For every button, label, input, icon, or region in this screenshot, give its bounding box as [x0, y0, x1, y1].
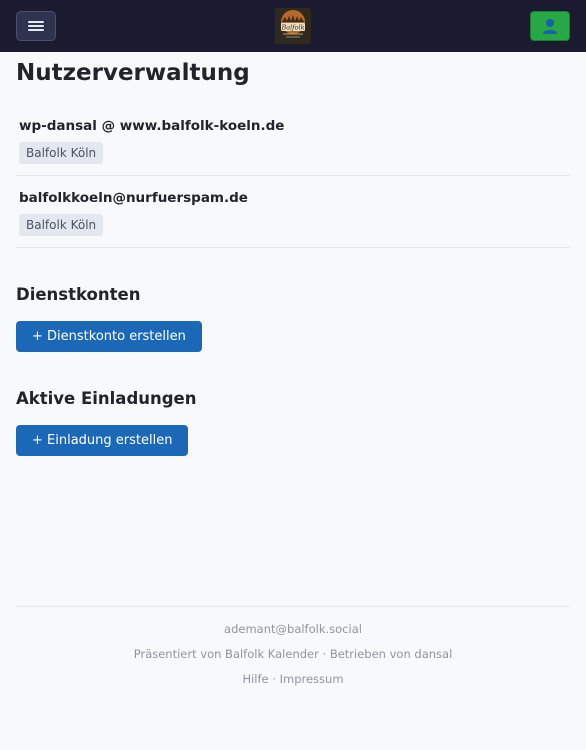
service-accounts-heading: Dienstkonten: [16, 285, 141, 304]
service-accounts-section: Dienstkonten + Dienstkonto erstellen: [16, 284, 570, 352]
footer-credits: Präsentiert von Balfolk Kalender · Betri…: [16, 646, 570, 662]
user-menu-button[interactable]: [530, 11, 570, 41]
create-service-account-button[interactable]: + Dienstkonto erstellen: [16, 321, 202, 352]
hamburger-icon: [28, 21, 44, 31]
svg-text:Balfolk: Balfolk: [280, 24, 304, 32]
page-title: Nutzerverwaltung: [16, 60, 250, 86]
help-link[interactable]: Hilfe: [242, 672, 268, 686]
footer-separator: ·: [318, 647, 330, 661]
invitations-section: Aktive Einladungen + Einladung erstellen: [16, 388, 570, 456]
list-item: balfolkkoeln@nurfuerspam.de Balfolk Köln: [16, 176, 570, 248]
footer-links: Hilfe · Impressum: [16, 671, 570, 687]
imprint-link[interactable]: Impressum: [280, 672, 344, 686]
invitations-heading: Aktive Einladungen: [16, 389, 197, 408]
group-badge[interactable]: Balfolk Köln: [19, 142, 104, 164]
top-navbar: Balfolk: [0, 0, 586, 52]
group-badge[interactable]: Balfolk Köln: [19, 214, 104, 236]
create-invitation-button[interactable]: + Einladung erstellen: [16, 425, 189, 456]
footer: ademant@balfolk.social Präsentiert von B…: [16, 606, 570, 687]
footer-account: ademant@balfolk.social: [224, 622, 362, 636]
list-item: wp-dansal @ www.balfolk-koeln.de Balfolk…: [16, 104, 570, 176]
main-content: Nutzerverwaltung wp-dansal @ www.balfolk…: [0, 58, 586, 456]
presented-by-link[interactable]: Präsentiert von Balfolk Kalender: [134, 647, 319, 661]
balfolk-logo[interactable]: Balfolk: [275, 8, 311, 44]
footer-separator: ·: [268, 672, 280, 686]
operated-by-link[interactable]: Betrieben von dansal: [330, 647, 452, 661]
user-icon: [543, 19, 557, 34]
menu-toggle-button[interactable]: [16, 11, 56, 41]
user-email: balfolkkoeln@nurfuerspam.de: [19, 190, 248, 206]
user-email: wp-dansal @ www.balfolk-koeln.de: [19, 118, 285, 134]
user-list: wp-dansal @ www.balfolk-koeln.de Balfolk…: [16, 104, 570, 248]
